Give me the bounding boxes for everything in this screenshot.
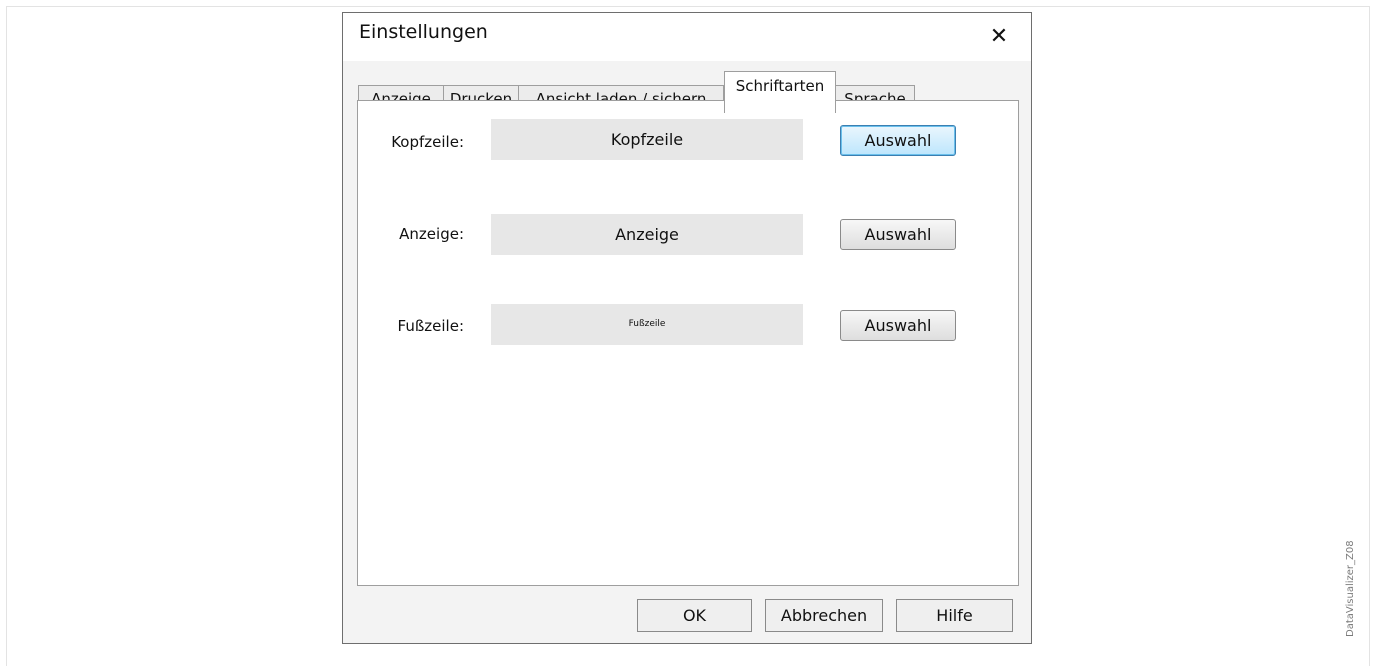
- header-font-label: Kopfzeile:: [391, 133, 464, 151]
- close-icon[interactable]: ✕: [987, 25, 1011, 49]
- dialog-title: Einstellungen: [359, 21, 488, 43]
- cancel-button[interactable]: Abbrechen: [765, 599, 883, 632]
- display-font-label: Anzeige:: [399, 225, 464, 243]
- header-font-preview: Kopfzeile: [491, 119, 803, 160]
- help-button[interactable]: Hilfe: [896, 599, 1013, 632]
- document-id-label: DataVisualizer_Z08: [1345, 540, 1356, 637]
- fonts-panel: Kopfzeile: Kopfzeile Auswahl Anzeige: An…: [357, 100, 1019, 586]
- footer-font-preview: Fußzeile: [491, 304, 803, 345]
- header-font-select-button[interactable]: Auswahl: [840, 125, 956, 156]
- ok-button[interactable]: OK: [637, 599, 752, 632]
- footer-font-label: Fußzeile:: [397, 317, 464, 335]
- display-font-preview: Anzeige: [491, 214, 803, 255]
- settings-dialog: Einstellungen ✕ Anzeige Drucken Ansicht …: [342, 12, 1032, 644]
- dialog-titlebar: Einstellungen ✕: [343, 13, 1031, 61]
- display-font-select-button[interactable]: Auswahl: [840, 219, 956, 250]
- tab-schriftarten[interactable]: Schriftarten: [724, 71, 836, 113]
- footer-font-select-button[interactable]: Auswahl: [840, 310, 956, 341]
